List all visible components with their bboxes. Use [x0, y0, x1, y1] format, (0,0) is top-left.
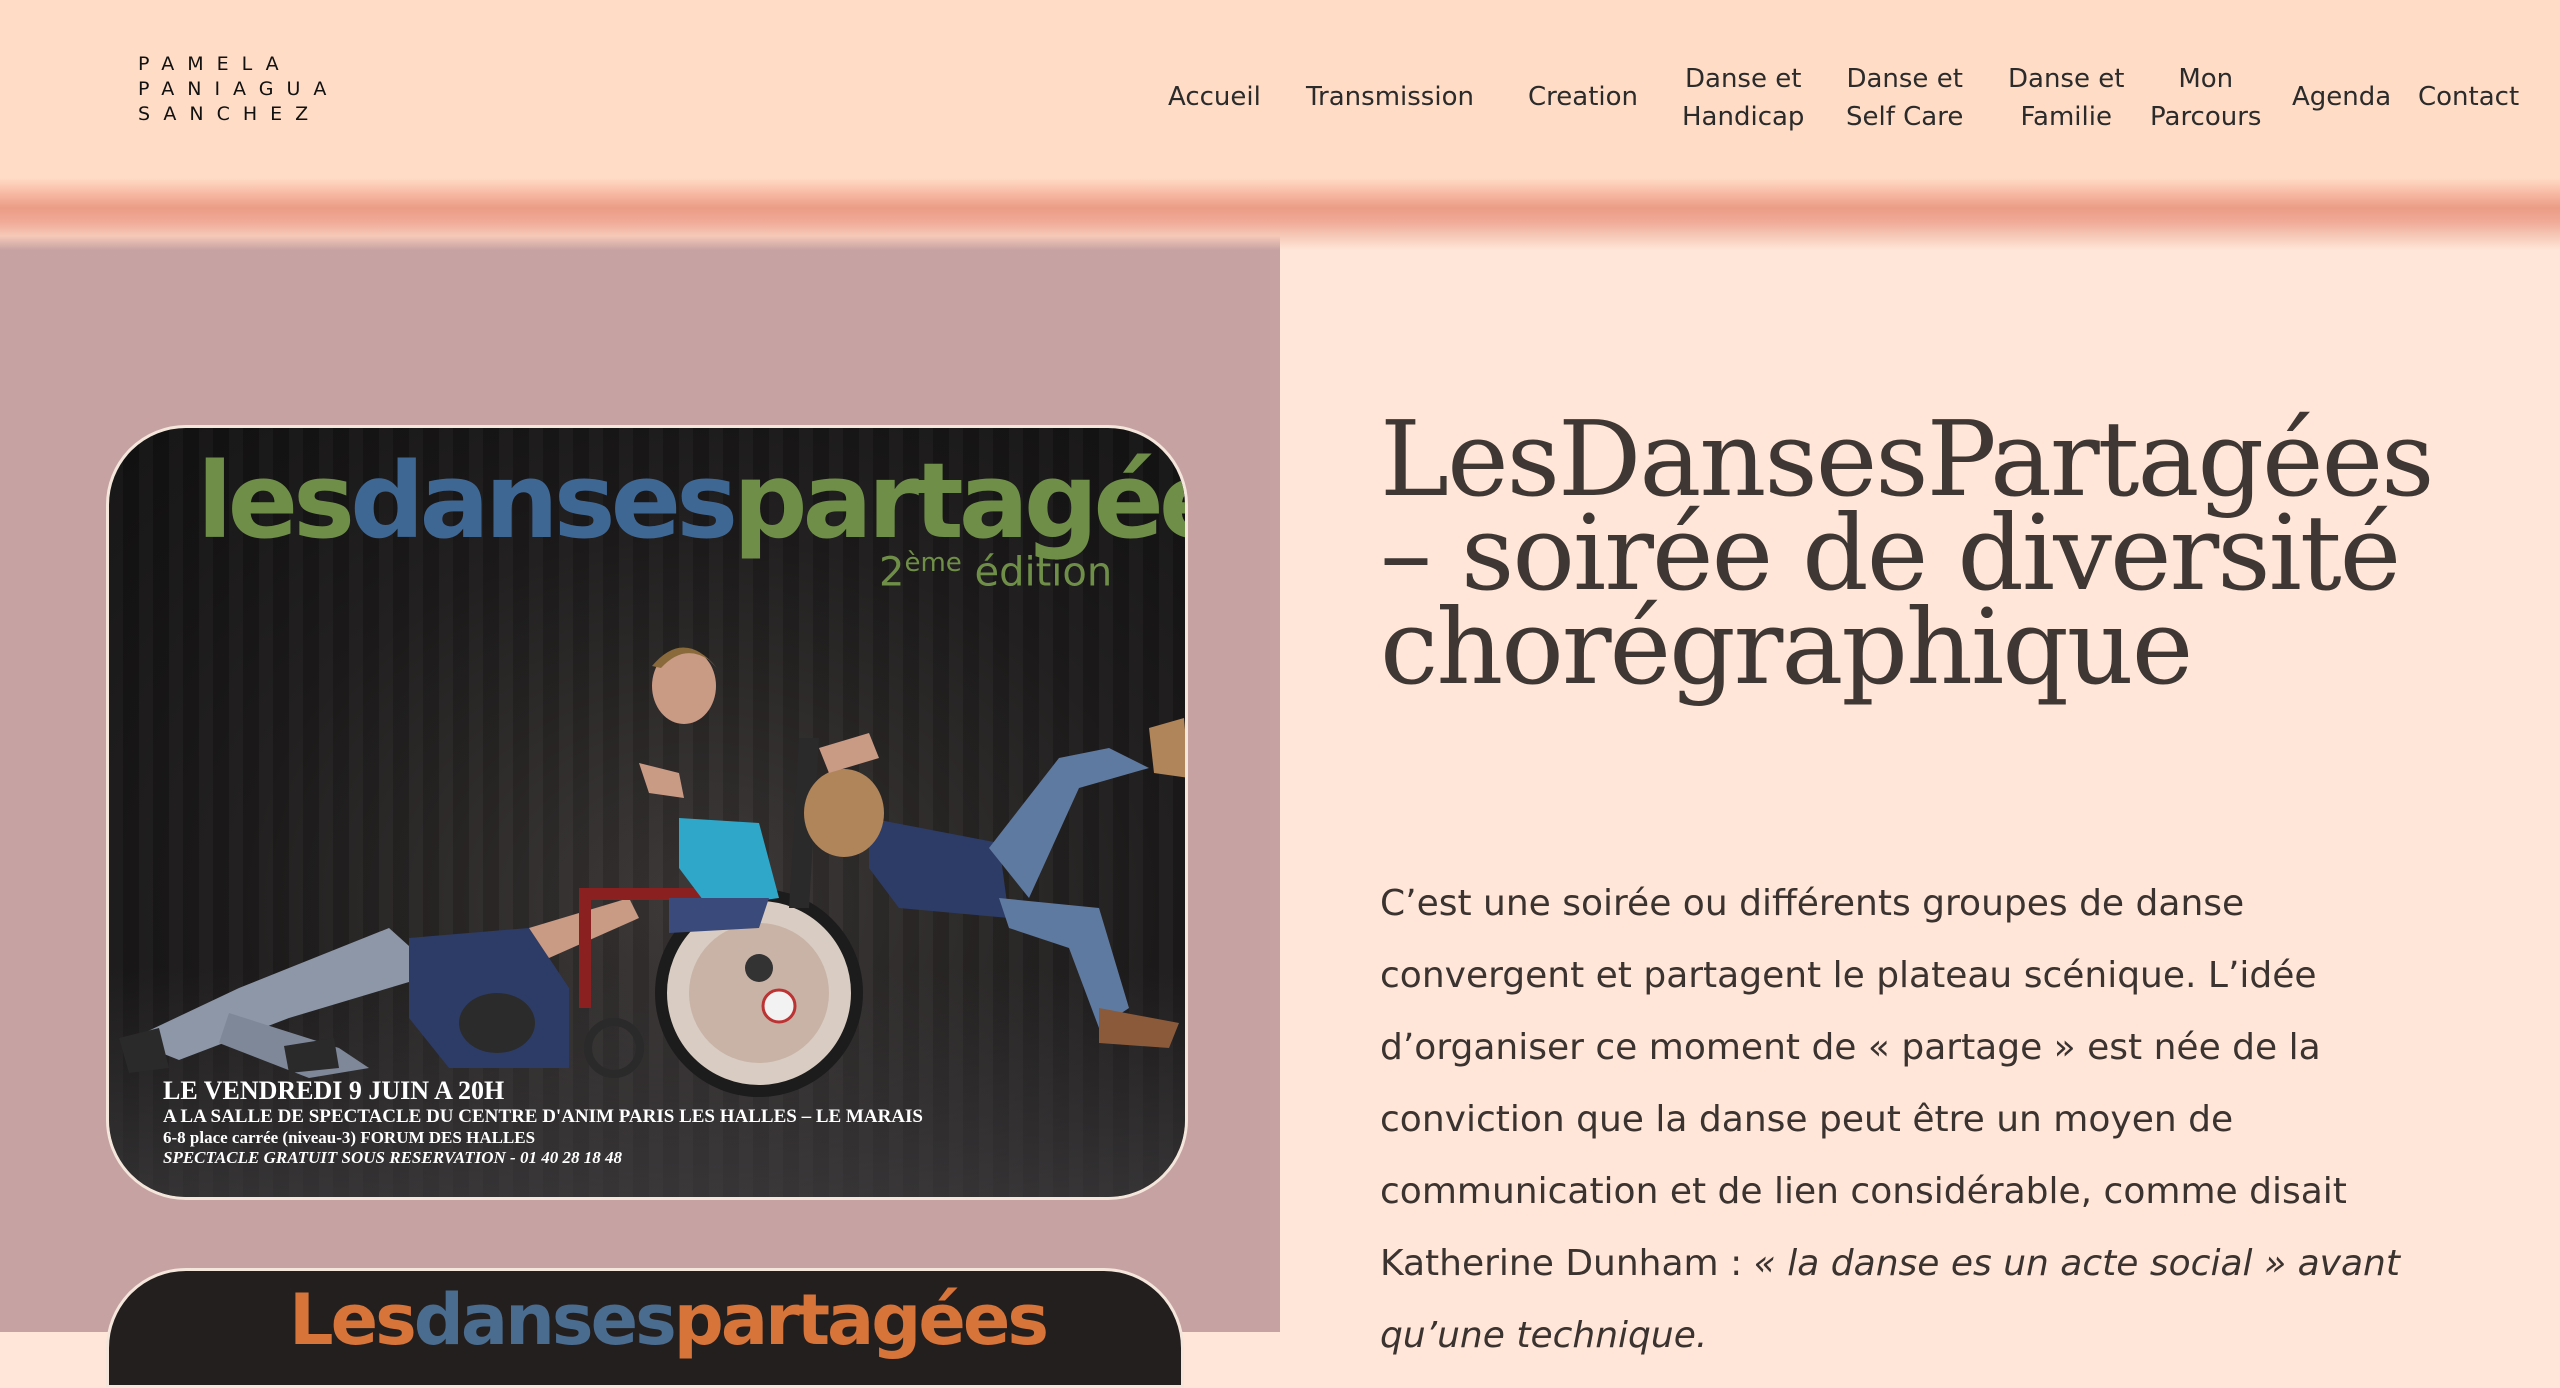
nav-item-danse-handicap[interactable]: Danse et Handicap — [1682, 60, 1804, 136]
event-poster-image[interactable]: lesdansespartagées 2ème édition — [106, 425, 1188, 1200]
nav-label: Creation — [1528, 82, 1639, 112]
nav-label-line: Familie — [2020, 102, 2112, 132]
site-header: PAMELA PANIAGUA SANCHEZ Accueil Transmis… — [0, 0, 2560, 250]
second-poster-image[interactable]: Lesdansespartagées — [106, 1268, 1184, 1388]
poster-event-details: LE VENDREDI 9 JUIN A 20H A LA SALLE DE S… — [163, 1076, 923, 1168]
poster2-title-part: Les — [289, 1279, 417, 1361]
nav-label-line: Handicap — [1682, 102, 1805, 132]
nav-item-accueil[interactable]: Accueil — [1168, 78, 1261, 116]
nav-label: Transmission — [1306, 82, 1474, 112]
poster2-title-part: partagées — [673, 1279, 1049, 1361]
nav-item-transmission[interactable]: Transmission — [1306, 78, 1474, 116]
nav-item-agenda[interactable]: Agenda — [2292, 78, 2391, 116]
poster2-title-part: danses — [413, 1279, 677, 1361]
article-body: C’est une soirée ou différents groupes d… — [1380, 868, 2450, 1372]
main-nav: Accueil Transmission Creation Danse et Ha… — [0, 58, 2560, 148]
nav-label-line: Parcours — [2150, 102, 2262, 132]
nav-label: Accueil — [1168, 82, 1261, 112]
nav-label-line: Danse et — [2008, 64, 2125, 94]
article-title: LesDansesPartagées – soirée de diversité… — [1380, 398, 2435, 708]
nav-label-line: Danse et — [1684, 64, 1802, 94]
nav-item-creation[interactable]: Creation — [1528, 78, 1638, 116]
nav-label-line: Mon — [2178, 64, 2234, 94]
nav-label-line: Self Care — [1846, 102, 1964, 132]
nav-label: Agenda — [2292, 82, 2392, 112]
poster-date: LE VENDREDI 9 JUIN A 20H — [163, 1076, 505, 1105]
poster-reservation: SPECTACLE GRATUIT SOUS RESERVATION - 01 … — [163, 1148, 622, 1167]
poster-address: 6-8 place carrée (niveau-3) FORUM DES HA… — [163, 1128, 536, 1147]
poster2-title: Lesdansespartagées — [289, 1279, 1049, 1361]
dancer-left-figure — [119, 898, 639, 1078]
nav-item-danse-familie[interactable]: Danse et Familie — [2008, 60, 2124, 136]
nav-label-line: Danse et — [1846, 64, 1963, 94]
nav-item-danse-self-care[interactable]: Danse et Self Care — [1846, 60, 1963, 136]
poster-venue: A LA SALLE DE SPECTACLE DU CENTRE D'ANIM… — [163, 1106, 923, 1127]
nav-label: Contact — [2418, 82, 2520, 112]
article-body-text: C’est une soirée ou différents groupes d… — [1380, 883, 2347, 1284]
nav-item-mon-parcours[interactable]: Mon Parcours — [2150, 60, 2261, 136]
nav-item-contact[interactable]: Contact — [2418, 78, 2519, 116]
